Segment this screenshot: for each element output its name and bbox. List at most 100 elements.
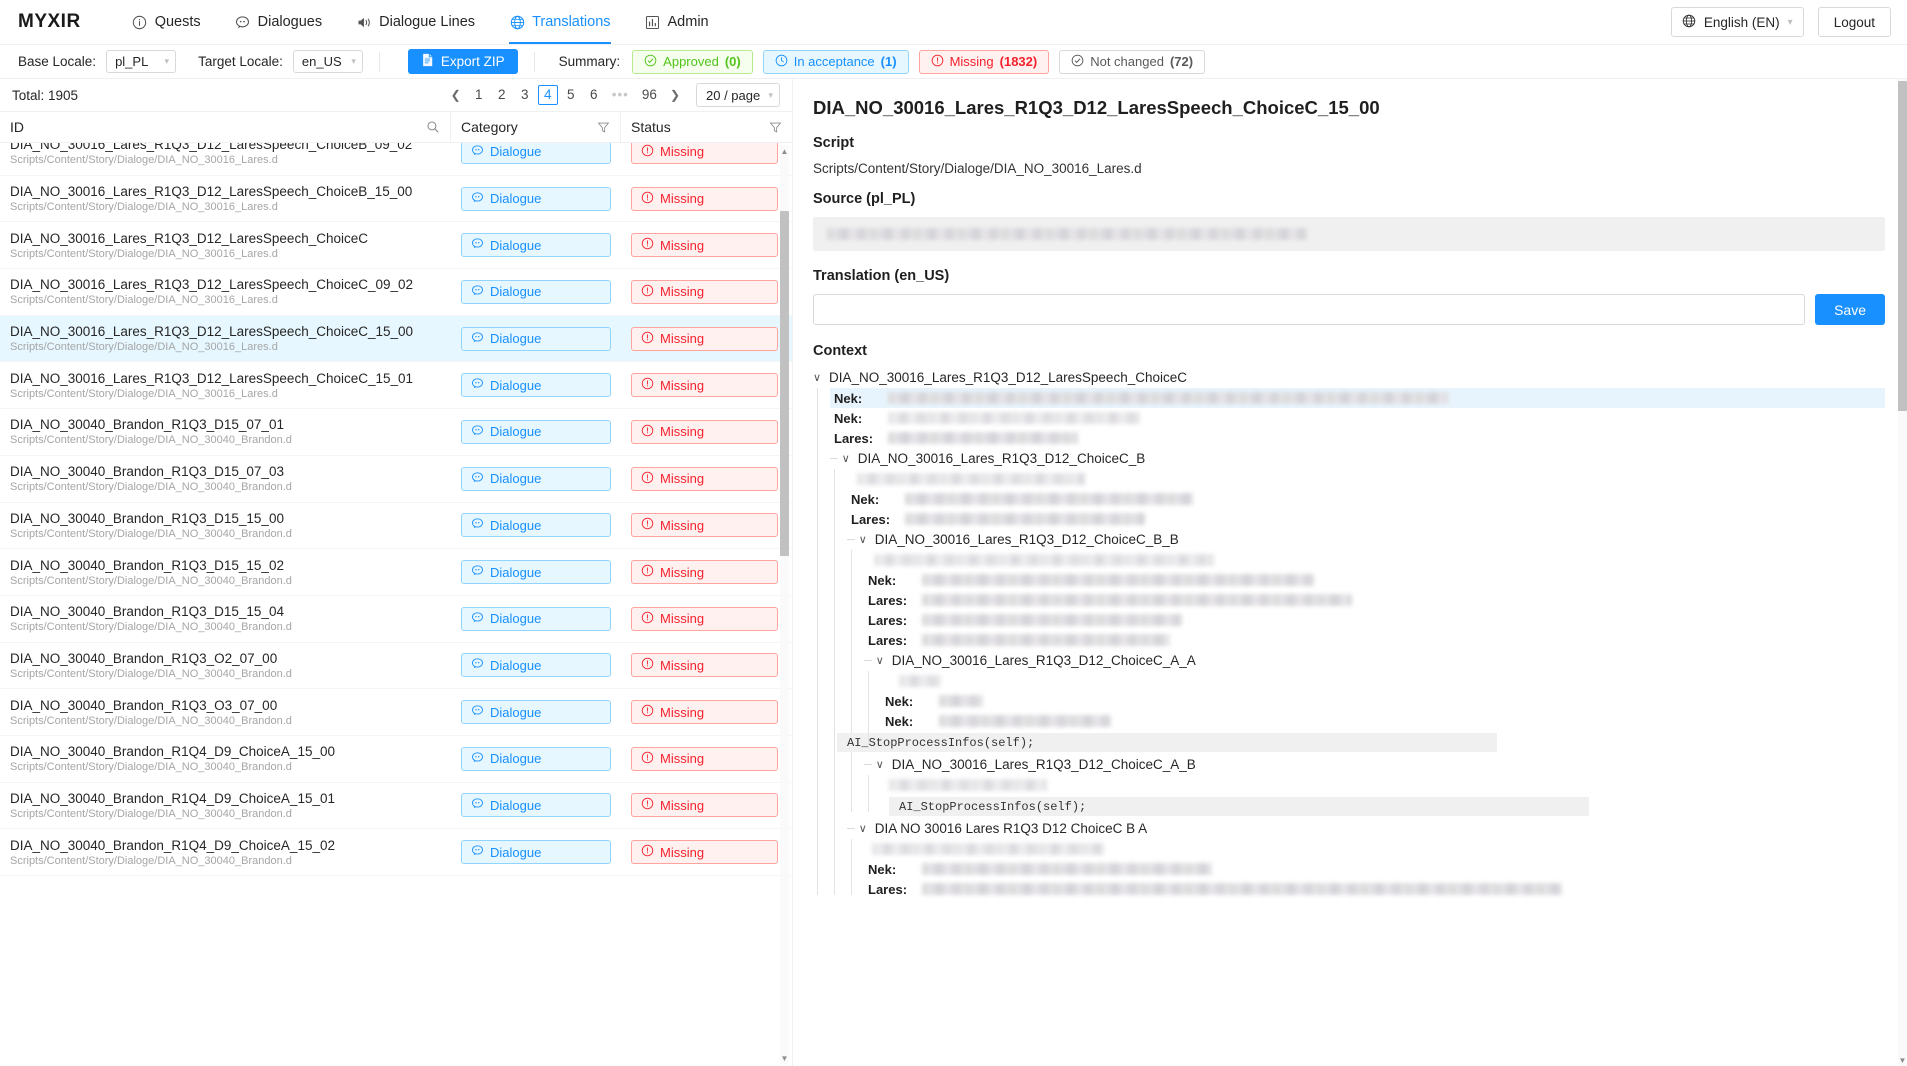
language-selector[interactable]: English (EN) ▾ bbox=[1670, 7, 1804, 37]
row-id-cell[interactable]: DIA_NO_30040_Brandon_R1Q4_D9_ChoiceA_15_… bbox=[0, 791, 451, 820]
row-id-cell[interactable]: DIA_NO_30016_Lares_R1Q3_D12_LaresSpeech_… bbox=[0, 277, 451, 306]
status-badge[interactable]: Missing bbox=[631, 793, 778, 818]
status-badge[interactable]: Missing bbox=[631, 373, 778, 398]
translation-input[interactable] bbox=[813, 294, 1806, 325]
table-row[interactable]: DIA_NO_30016_Lares_R1Q3_D12_LaresSpeech_… bbox=[0, 269, 792, 316]
table-row[interactable]: DIA_NO_30040_Brandon_R1Q3_O2_07_00 Script… bbox=[0, 642, 792, 690]
category-tag[interactable]: Dialogue bbox=[461, 373, 611, 398]
category-tag[interactable]: Dialogue bbox=[461, 700, 611, 725]
pagination-page-3[interactable]: 3 bbox=[515, 85, 535, 105]
table-row[interactable]: DIA_NO_30016_Lares_R1Q3_D12_LaresSpeech_… bbox=[0, 222, 792, 270]
summary-pill-in-acceptance[interactable]: In acceptance (1) bbox=[762, 49, 909, 74]
pagination-prev-button[interactable]: ❮ bbox=[446, 85, 466, 105]
status-badge[interactable]: Missing bbox=[631, 560, 778, 585]
context-node-header[interactable]: ─ ∨ DIA NO 30016 Lares R1Q3 D12 ChoiceC … bbox=[847, 818, 1885, 839]
category-tag[interactable]: Dialogue bbox=[461, 653, 611, 678]
table-row[interactable]: DIA_NO_30040_Brandon_R1Q3_D15_15_04 Scrip… bbox=[0, 595, 792, 643]
nav-item-admin[interactable]: Admin bbox=[628, 0, 726, 44]
chevron-down-icon[interactable]: ∨ bbox=[876, 654, 886, 667]
nav-item-dialogues[interactable]: Dialogues bbox=[218, 0, 340, 44]
logout-button[interactable]: Logout bbox=[1817, 7, 1891, 37]
status-badge[interactable]: Missing bbox=[631, 746, 778, 771]
chevron-down-icon[interactable]: ∨ bbox=[859, 533, 869, 546]
category-tag[interactable]: Dialogue bbox=[461, 279, 611, 304]
pagination-page-5[interactable]: 5 bbox=[561, 85, 581, 105]
export-zip-button[interactable]: Export ZIP bbox=[407, 49, 518, 74]
row-id-cell[interactable]: DIA_NO_30016_Lares_R1Q3_D12_LaresSpeech_… bbox=[0, 324, 451, 353]
summary-pill-not-changed[interactable]: Not changed (72) bbox=[1059, 49, 1206, 74]
status-badge[interactable]: Missing bbox=[631, 279, 778, 304]
table-body-scroll-area[interactable]: DIA_NO_30016_Lares_R1Q3_D12_LaresSpeech_… bbox=[0, 143, 792, 1066]
row-id-cell[interactable]: DIA_NO_30016_Lares_R1Q3_D12_LaresSpeech_… bbox=[0, 143, 451, 166]
status-badge[interactable]: Missing bbox=[631, 143, 778, 164]
category-tag[interactable]: Dialogue bbox=[461, 419, 611, 444]
table-row[interactable]: DIA_NO_30040_Brandon_R1Q3_O3_07_00 Script… bbox=[0, 689, 792, 736]
category-tag[interactable]: Dialogue bbox=[461, 326, 611, 351]
row-id-cell[interactable]: DIA_NO_30040_Brandon_R1Q3_D15_15_02 Scrip… bbox=[0, 558, 451, 587]
filter-icon[interactable] bbox=[597, 121, 610, 134]
row-id-cell[interactable]: DIA_NO_30040_Brandon_R1Q3_D15_15_00 Scrip… bbox=[0, 511, 451, 540]
detail-scrollbar[interactable]: ▲ ▼ bbox=[1898, 79, 1907, 1066]
status-badge[interactable]: Missing bbox=[631, 840, 778, 865]
category-tag[interactable]: Dialogue bbox=[461, 840, 611, 865]
nav-item-dialogue-lines[interactable]: Dialogue Lines bbox=[339, 0, 492, 44]
chevron-down-icon[interactable]: ∨ bbox=[842, 452, 852, 465]
status-badge[interactable]: Missing bbox=[631, 186, 778, 211]
per-page-select[interactable]: 20 / page ▾ bbox=[696, 83, 780, 107]
row-id-cell[interactable]: DIA_NO_30040_Brandon_R1Q3_D15_15_04 Scrip… bbox=[0, 604, 451, 633]
category-tag[interactable]: Dialogue bbox=[461, 560, 611, 585]
table-row[interactable]: DIA_NO_30040_Brandon_R1Q4_D9_ChoiceA_15_… bbox=[0, 829, 792, 876]
table-row[interactable]: DIA_NO_30040_Brandon_R1Q4_D9_ChoiceA_15_… bbox=[0, 782, 792, 830]
save-button[interactable]: Save bbox=[1815, 294, 1885, 325]
category-tag[interactable]: Dialogue bbox=[461, 793, 611, 818]
chevron-down-icon[interactable]: ∨ bbox=[859, 822, 869, 835]
pagination-page-6[interactable]: 6 bbox=[584, 85, 604, 105]
category-tag[interactable]: Dialogue bbox=[461, 233, 611, 258]
row-id-cell[interactable]: DIA_NO_30040_Brandon_R1Q3_D15_07_03 Scrip… bbox=[0, 464, 451, 493]
nav-item-translations[interactable]: Translations bbox=[492, 0, 627, 44]
list-scrollbar[interactable]: ▲ ▼ bbox=[780, 145, 789, 1064]
context-node-header[interactable]: ─ ∨ DIA_NO_30016_Lares_R1Q3_D12_ChoiceC_… bbox=[864, 650, 1885, 671]
base-locale-select[interactable]: pl_PL ▾ bbox=[106, 50, 177, 73]
table-row[interactable]: DIA_NO_30040_Brandon_R1Q3_D15_07_01 Scrip… bbox=[0, 409, 792, 456]
scroll-up-arrow-icon[interactable]: ▲ bbox=[780, 145, 789, 157]
row-id-cell[interactable]: DIA_NO_30040_Brandon_R1Q4_D9_ChoiceA_15_… bbox=[0, 838, 451, 867]
row-id-cell[interactable]: DIA_NO_30016_Lares_R1Q3_D12_LaresSpeech_… bbox=[0, 231, 451, 260]
row-id-cell[interactable]: DIA_NO_30040_Brandon_R1Q4_D9_ChoiceA_15_… bbox=[0, 744, 451, 773]
row-id-cell[interactable]: DIA_NO_30040_Brandon_R1Q3_D15_07_01 Scrip… bbox=[0, 417, 451, 446]
pagination-page-4-current[interactable]: 4 bbox=[537, 85, 558, 105]
pagination-last-page[interactable]: 96 bbox=[637, 85, 662, 105]
category-tag[interactable]: Dialogue bbox=[461, 143, 611, 164]
scroll-down-arrow-icon[interactable]: ▼ bbox=[1898, 1055, 1907, 1066]
summary-pill-approved[interactable]: Approved (0) bbox=[632, 49, 753, 74]
chevron-down-icon[interactable]: ∨ bbox=[813, 371, 823, 384]
context-node-header[interactable]: ─ ∨ DIA_NO_30016_Lares_R1Q3_D12_ChoiceC_… bbox=[830, 448, 1885, 469]
target-locale-select[interactable]: en_US ▾ bbox=[292, 50, 363, 73]
nav-item-quests[interactable]: Quests bbox=[115, 0, 218, 44]
table-row[interactable]: DIA_NO_30016_Lares_R1Q3_D12_LaresSpeech_… bbox=[0, 175, 792, 223]
status-badge[interactable]: Missing bbox=[631, 419, 778, 444]
pagination-ellipsis[interactable]: ••• bbox=[607, 85, 634, 105]
context-node-header[interactable]: ∨ DIA_NO_30016_Lares_R1Q3_D12_LaresSpeec… bbox=[813, 367, 1885, 388]
row-id-cell[interactable]: DIA_NO_30016_Lares_R1Q3_D12_LaresSpeech_… bbox=[0, 371, 451, 400]
status-badge[interactable]: Missing bbox=[631, 466, 778, 491]
status-badge[interactable]: Missing bbox=[631, 513, 778, 538]
table-row[interactable]: DIA_NO_30016_Lares_R1Q3_D12_LaresSpeech_… bbox=[0, 315, 792, 363]
table-row[interactable]: DIA_NO_30016_Lares_R1Q3_D12_LaresSpeech_… bbox=[0, 143, 792, 176]
table-row[interactable]: DIA_NO_30040_Brandon_R1Q3_D15_15_00 Scrip… bbox=[0, 502, 792, 550]
status-badge[interactable]: Missing bbox=[631, 233, 778, 258]
table-row[interactable]: DIA_NO_30040_Brandon_R1Q4_D9_ChoiceA_15_… bbox=[0, 735, 792, 783]
pagination-page-2[interactable]: 2 bbox=[492, 85, 512, 105]
status-badge[interactable]: Missing bbox=[631, 326, 778, 351]
filter-icon[interactable] bbox=[769, 121, 782, 134]
category-tag[interactable]: Dialogue bbox=[461, 746, 611, 771]
row-id-cell[interactable]: DIA_NO_30016_Lares_R1Q3_D12_LaresSpeech_… bbox=[0, 184, 451, 213]
pagination-next-button[interactable]: ❯ bbox=[665, 85, 685, 105]
category-tag[interactable]: Dialogue bbox=[461, 606, 611, 631]
pagination-page-1[interactable]: 1 bbox=[469, 85, 489, 105]
category-tag[interactable]: Dialogue bbox=[461, 186, 611, 211]
category-tag[interactable]: Dialogue bbox=[461, 513, 611, 538]
context-node-header[interactable]: ─ ∨ DIA_NO_30016_Lares_R1Q3_D12_ChoiceC_… bbox=[847, 529, 1885, 550]
chevron-down-icon[interactable]: ∨ bbox=[876, 758, 886, 771]
list-scrollbar-thumb[interactable] bbox=[780, 211, 789, 556]
